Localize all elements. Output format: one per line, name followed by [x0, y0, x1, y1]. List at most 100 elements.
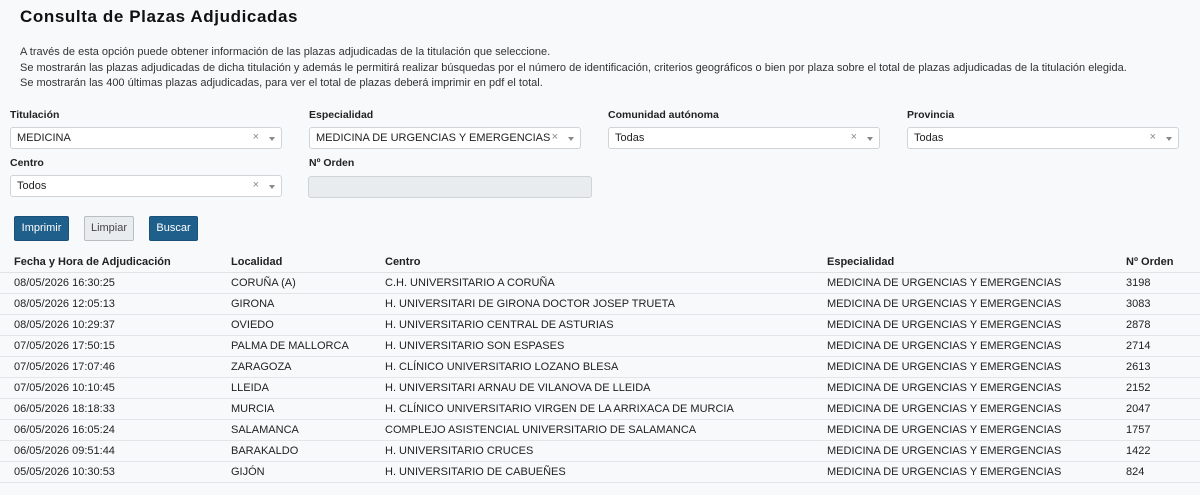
comunidad-value: Todas	[615, 132, 645, 144]
cell-fecha: 08/05/2026 10:29:37	[14, 319, 115, 331]
cell-especialidad: MEDICINA DE URGENCIAS Y EMERGENCIAS	[827, 382, 1062, 394]
header-fecha[interactable]: Fecha y Hora de Adjudicación	[14, 256, 171, 268]
cell-centro: H. UNIVERSITARIO CENTRAL DE ASTURIAS	[385, 319, 614, 331]
header-especialidad[interactable]: Especialidad	[827, 256, 894, 268]
page: Consulta de Plazas Adjudicadas A través …	[0, 0, 1200, 495]
buscar-button[interactable]: Buscar	[149, 216, 198, 241]
table-row: 05/05/2026 10:30:53 GIJÓN H. UNIVERSITAR…	[0, 462, 1200, 483]
table-row: 08/05/2026 12:05:13 GIRONA H. UNIVERSITA…	[0, 294, 1200, 315]
cell-localidad: MURCIA	[231, 403, 275, 415]
cell-orden: 1757	[1126, 424, 1151, 436]
cell-localidad: PALMA DE MALLORCA	[231, 340, 349, 352]
header-orden[interactable]: Nº Orden	[1126, 256, 1173, 268]
titulacion-select[interactable]: MEDICINA ×	[10, 127, 282, 149]
titulacion-clear-icon[interactable]: ×	[253, 131, 259, 143]
cell-localidad: ZARAGOZA	[231, 361, 292, 373]
table-row: 07/05/2026 17:07:46 ZARAGOZA H. CLÍNICO …	[0, 357, 1200, 378]
especialidad-chevron-down-icon[interactable]	[568, 137, 574, 141]
especialidad-value: MEDICINA DE URGENCIAS Y EMERGENCIAS	[316, 132, 551, 144]
imprimir-button[interactable]: Imprimir	[14, 216, 69, 241]
cell-orden: 2613	[1126, 361, 1151, 373]
table-row: 07/05/2026 10:10:45 LLEIDA H. UNIVERSITA…	[0, 378, 1200, 399]
provincia-value: Todas	[914, 132, 944, 144]
cell-fecha: 05/05/2026 10:30:53	[14, 466, 115, 478]
table-row: 06/05/2026 18:18:33 MURCIA H. CLÍNICO UN…	[0, 399, 1200, 420]
especialidad-select[interactable]: MEDICINA DE URGENCIAS Y EMERGENCIAS ×	[309, 127, 581, 149]
intro-line: Se mostrarán las 400 últimas plazas adju…	[20, 77, 543, 89]
cell-centro: H. UNIVERSITARI ARNAU DE VILANOVA DE LLE…	[385, 382, 651, 394]
table-row: 06/05/2026 09:51:44 BARAKALDO H. UNIVERS…	[0, 441, 1200, 462]
provincia-select[interactable]: Todas ×	[907, 127, 1179, 149]
table-row: 08/05/2026 10:29:37 OVIEDO H. UNIVERSITA…	[0, 315, 1200, 336]
comunidad-select[interactable]: Todas ×	[608, 127, 880, 149]
comunidad-label: Comunidad autónoma	[608, 109, 719, 121]
centro-label: Centro	[10, 157, 44, 169]
page-title: Consulta de Plazas Adjudicadas	[20, 7, 299, 26]
comunidad-chevron-down-icon[interactable]	[867, 137, 873, 141]
limpiar-button[interactable]: Limpiar	[84, 216, 134, 241]
cell-orden: 2878	[1126, 319, 1151, 331]
cell-especialidad: MEDICINA DE URGENCIAS Y EMERGENCIAS	[827, 466, 1062, 478]
cell-orden: 3083	[1126, 298, 1151, 310]
centro-value: Todos	[17, 180, 47, 192]
centro-select[interactable]: Todos ×	[10, 175, 282, 197]
cell-centro: H. UNIVERSITARIO DE CABUEÑES	[385, 466, 566, 478]
titulacion-chevron-down-icon[interactable]	[269, 137, 275, 141]
especialidad-label: Especialidad	[309, 109, 374, 121]
orden-label: Nº Orden	[309, 157, 355, 169]
cell-centro: H. UNIVERSITARI DE GIRONA DOCTOR JOSEP T…	[385, 298, 675, 310]
results-table: Fecha y Hora de Adjudicación Localidad C…	[0, 251, 1200, 483]
comunidad-clear-icon[interactable]: ×	[851, 131, 857, 143]
titulacion-value: MEDICINA	[17, 132, 71, 144]
header-localidad[interactable]: Localidad	[231, 256, 282, 268]
cell-fecha: 06/05/2026 09:51:44	[14, 445, 115, 457]
cell-especialidad: MEDICINA DE URGENCIAS Y EMERGENCIAS	[827, 403, 1062, 415]
table-row: 06/05/2026 16:05:24 SALAMANCA COMPLEJO A…	[0, 420, 1200, 441]
especialidad-clear-icon[interactable]: ×	[552, 131, 558, 143]
cell-orden: 1422	[1126, 445, 1151, 457]
intro-line: Se mostrarán las plazas adjudicadas de d…	[20, 61, 1127, 74]
cell-fecha: 06/05/2026 18:18:33	[14, 403, 115, 415]
table-row: 07/05/2026 17:50:15 PALMA DE MALLORCA H.…	[0, 336, 1200, 357]
cell-centro: H. CLÍNICO UNIVERSITARIO LOZANO BLESA	[385, 361, 619, 373]
cell-centro: H. UNIVERSITARIO CRUCES	[385, 445, 534, 457]
orden-input[interactable]	[308, 176, 592, 198]
centro-clear-icon[interactable]: ×	[253, 179, 259, 191]
cell-orden: 2047	[1126, 403, 1151, 415]
cell-centro: C.H. UNIVERSITARIO A CORUÑA	[385, 277, 555, 289]
provincia-label: Provincia	[907, 109, 955, 121]
cell-orden: 824	[1126, 466, 1145, 478]
cell-localidad: CORUÑA (A)	[231, 277, 296, 289]
intro-line: A través de esta opción puede obtener in…	[20, 46, 551, 58]
intro-text: A través de esta opción puede obtener in…	[20, 45, 1127, 92]
cell-centro: H. UNIVERSITARIO SON ESPASES	[385, 340, 565, 352]
cell-localidad: BARAKALDO	[231, 445, 299, 457]
cell-centro: COMPLEJO ASISTENCIAL UNIVERSITARIO DE SA…	[385, 424, 697, 436]
cell-orden: 2714	[1126, 340, 1151, 352]
cell-orden: 3198	[1126, 277, 1151, 289]
header-centro[interactable]: Centro	[385, 256, 420, 268]
cell-especialidad: MEDICINA DE URGENCIAS Y EMERGENCIAS	[827, 445, 1062, 457]
cell-especialidad: MEDICINA DE URGENCIAS Y EMERGENCIAS	[827, 424, 1062, 436]
table-row: 08/05/2026 16:30:25 CORUÑA (A) C.H. UNIV…	[0, 273, 1200, 294]
cell-localidad: OVIEDO	[231, 319, 274, 331]
cell-especialidad: MEDICINA DE URGENCIAS Y EMERGENCIAS	[827, 361, 1062, 373]
provincia-chevron-down-icon[interactable]	[1166, 137, 1172, 141]
cell-fecha: 08/05/2026 12:05:13	[14, 298, 115, 310]
cell-especialidad: MEDICINA DE URGENCIAS Y EMERGENCIAS	[827, 340, 1062, 352]
cell-fecha: 07/05/2026 10:10:45	[14, 382, 115, 394]
cell-localidad: GIRONA	[231, 298, 275, 310]
cell-fecha: 08/05/2026 16:30:25	[14, 277, 115, 289]
cell-especialidad: MEDICINA DE URGENCIAS Y EMERGENCIAS	[827, 298, 1062, 310]
table-header: Fecha y Hora de Adjudicación Localidad C…	[0, 251, 1200, 273]
cell-localidad: SALAMANCA	[231, 424, 299, 436]
cell-localidad: GIJÓN	[231, 466, 265, 478]
centro-chevron-down-icon[interactable]	[269, 185, 275, 189]
cell-orden: 2152	[1126, 382, 1151, 394]
cell-fecha: 06/05/2026 16:05:24	[14, 424, 115, 436]
cell-especialidad: MEDICINA DE URGENCIAS Y EMERGENCIAS	[827, 319, 1062, 331]
cell-centro: H. CLÍNICO UNIVERSITARIO VIRGEN DE LA AR…	[385, 403, 734, 415]
cell-localidad: LLEIDA	[231, 382, 269, 394]
provincia-clear-icon[interactable]: ×	[1150, 131, 1156, 143]
cell-fecha: 07/05/2026 17:50:15	[14, 340, 115, 352]
